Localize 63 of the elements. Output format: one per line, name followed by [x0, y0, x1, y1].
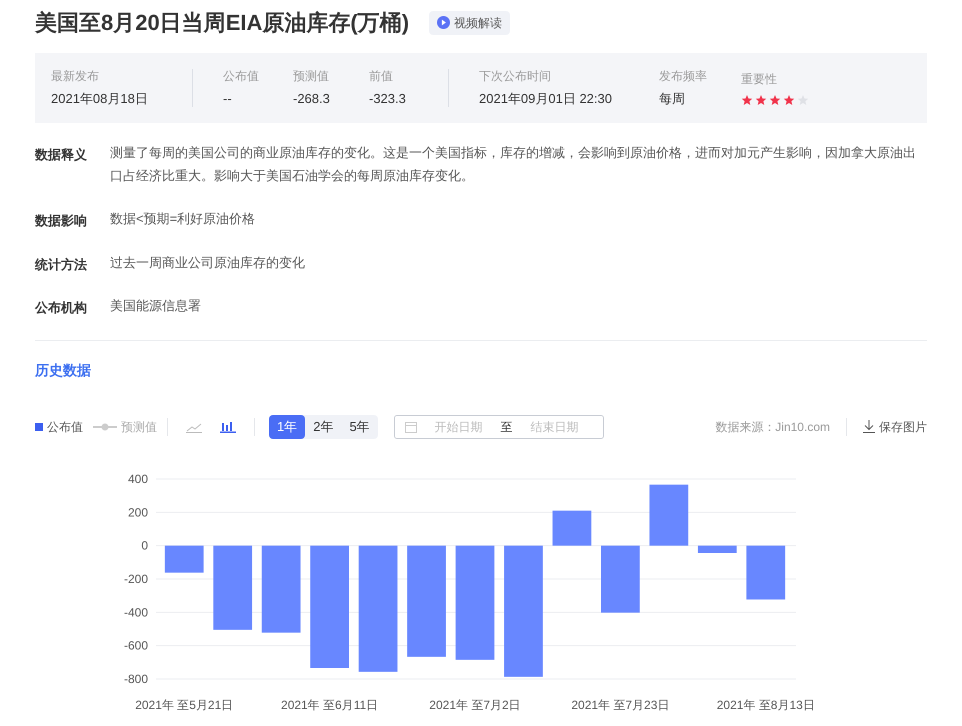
y-tick-label: -800 [124, 672, 148, 686]
start-date-input[interactable]: 开始日期 [424, 418, 493, 436]
line-chart-toggle[interactable] [186, 420, 202, 432]
calendar-icon [404, 420, 417, 432]
line-chart-icon [186, 420, 202, 432]
summary-value: 2021年09月01日 22:30 [479, 90, 613, 108]
range-tab[interactable]: 1年 [269, 414, 306, 438]
summary-value: -268.3 [293, 90, 331, 108]
y-tick-label: -400 [124, 604, 148, 619]
end-date-input[interactable]: 结束日期 [520, 418, 589, 436]
bar [746, 545, 786, 599]
summary-label: 公布值 [223, 68, 260, 86]
y-tick-label: -600 [124, 638, 148, 652]
detail-label: 公布机构 [35, 299, 88, 317]
bar [552, 510, 592, 546]
y-tick-label: -200 [124, 572, 148, 586]
x-tick-label: 2021年 至8月13日 [716, 698, 815, 712]
date-separator: 至 [500, 418, 513, 436]
star-icon [783, 94, 795, 106]
bar [601, 545, 640, 612]
save-image-button[interactable]: 保存图片 [863, 418, 927, 436]
summary-label: 发布频率 [659, 68, 708, 86]
bar [649, 484, 688, 546]
range-tab[interactable]: 5年 [341, 414, 378, 438]
summary-value: 2021年08月18日 [51, 90, 149, 108]
bar-chart-toggle[interactable] [220, 420, 236, 432]
detail-label: 统计方法 [35, 256, 88, 274]
detail-text: 数据<预期=利好原油价格 [110, 210, 256, 228]
bar [164, 545, 204, 572]
summary-label: 最新发布 [51, 68, 100, 86]
detail-label: 数据释义 [35, 146, 88, 164]
download-icon [863, 420, 875, 433]
data-source-text: 数据来源：Jin10.com [715, 418, 830, 436]
range-tab[interactable]: 2年 [305, 414, 342, 438]
bar-chart-icon [220, 420, 236, 432]
star-icon [769, 94, 781, 106]
y-tick-label: 0 [141, 538, 148, 552]
detail-text: 美国能源信息署 [110, 297, 201, 315]
summary-value: -323.3 [369, 90, 407, 108]
detail-label: 数据影响 [35, 212, 88, 230]
summary-label: 下次公布时间 [479, 68, 552, 86]
line-marker-icon [93, 422, 117, 430]
video-explain-button[interactable]: 视频解读 [429, 10, 510, 34]
page-title: 美国至8月20日当周EIA原油库存(万桶) [35, 9, 410, 37]
y-tick-label: 200 [128, 504, 148, 519]
summary-label: 预测值 [293, 68, 330, 86]
summary-value: 每周 [659, 90, 686, 108]
x-tick-label: 2021年 至5月21日 [135, 698, 234, 712]
x-tick-label: 2021年 至6月11日 [281, 698, 378, 712]
star-icon [755, 94, 767, 106]
legend-item[interactable]: 公布值 [35, 418, 83, 436]
y-tick-label: 400 [128, 472, 148, 486]
summary-label: 重要性 [741, 71, 778, 88]
history-data-link[interactable]: 历史数据 [35, 362, 91, 378]
play-icon [437, 16, 450, 29]
summary-value: -- [223, 90, 233, 108]
x-tick-label: 2021年 至7月2日 [429, 698, 521, 712]
summary-label: 前值 [369, 68, 394, 86]
detail-text: 测量了每周的美国公司的商业原油库存的变化。这是一个美国指标，库存的增减，会影响到原油价格，进而对加元产生影响，因加拿大原油出口占经济比重大。影响大于美国石油学会的每周原油库存变化。 [110, 144, 917, 185]
detail-text: 过去一周商业公司原油库存的变化 [110, 254, 305, 272]
x-tick-label: 2021年 至7月23日 [571, 698, 670, 712]
square-icon [35, 422, 43, 430]
star-icon [741, 94, 753, 106]
